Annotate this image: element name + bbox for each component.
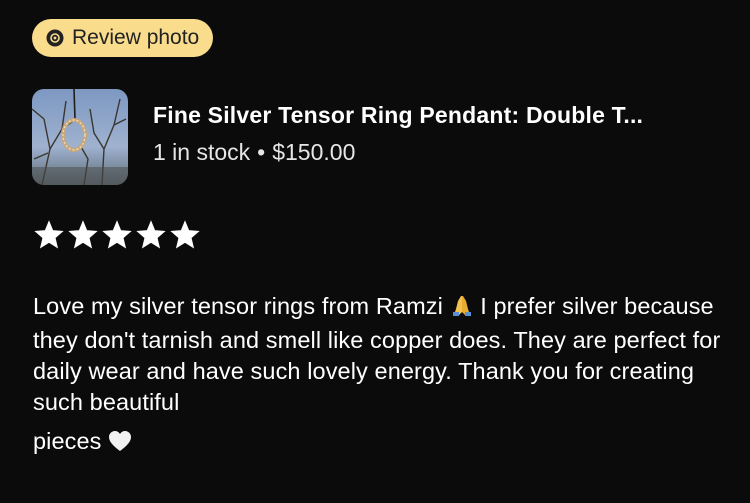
review-text-part3: pieces — [33, 428, 102, 454]
stock-status: 1 in stock — [153, 139, 251, 165]
review-photo-badge[interactable]: Review photo — [32, 19, 214, 57]
star-icon — [136, 220, 166, 250]
star-icon — [170, 220, 200, 250]
product-title[interactable]: Fine Silver Tensor Ring Pendant: Double … — [153, 102, 643, 129]
meta-separator: • — [257, 139, 266, 165]
star-rating — [34, 220, 200, 250]
camera-icon — [46, 29, 64, 47]
product-thumbnail[interactable] — [32, 89, 128, 185]
review-text: Love my silver tensor rings from Ramzi I… — [33, 291, 723, 460]
product-summary[interactable]: Fine Silver Tensor Ring Pendant: Double … — [32, 89, 643, 185]
review-text-part1: Love my silver tensor rings from Ramzi — [33, 293, 443, 319]
product-price: $150.00 — [272, 139, 356, 165]
review-photo-label: Review photo — [72, 26, 200, 49]
folded-hands-emoji — [450, 293, 474, 325]
white-heart-emoji — [108, 429, 132, 460]
star-icon — [102, 220, 132, 250]
star-icon — [68, 220, 98, 250]
product-meta: 1 in stock • $150.00 — [153, 139, 643, 166]
star-icon — [34, 220, 64, 250]
